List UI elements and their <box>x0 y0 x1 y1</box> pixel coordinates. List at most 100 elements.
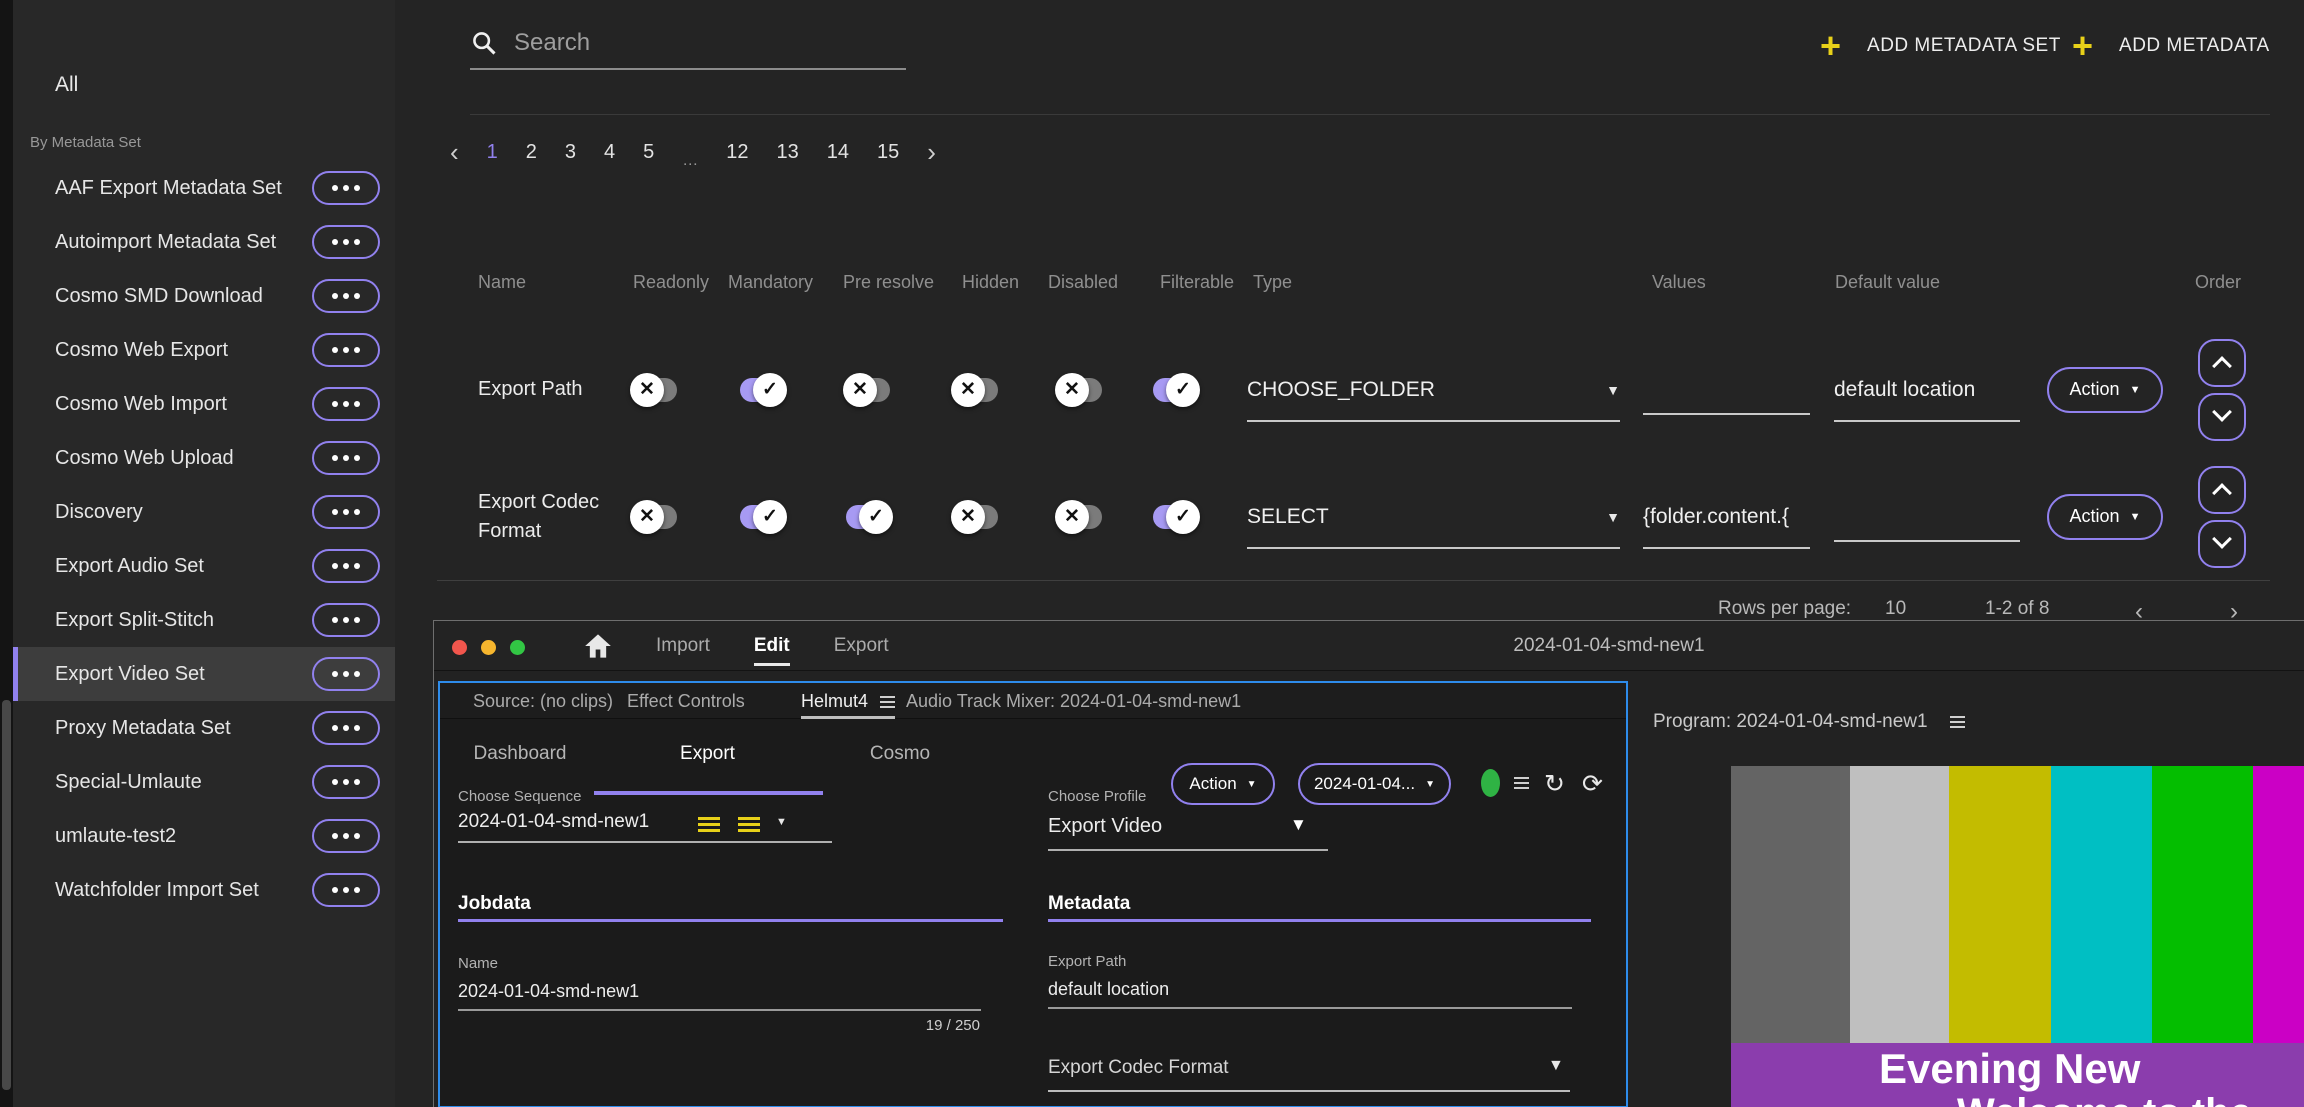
toggle-off[interactable]: ✕ <box>630 500 680 534</box>
choose-sequence-value[interactable]: 2024-01-04-smd-new1 <box>458 811 649 833</box>
sidebar-item[interactable]: umlaute-test2 <box>13 809 395 863</box>
helmut-tab-export[interactable]: Export <box>640 743 775 765</box>
move-up-button[interactable] <box>2198 466 2246 514</box>
window-zoom-button[interactable] <box>510 640 525 655</box>
page-scrollbar[interactable] <box>0 0 13 1107</box>
sidebar-item[interactable]: Export Video Set <box>13 647 395 701</box>
pagination-page[interactable]: 4 <box>604 141 615 164</box>
item-options-button[interactable] <box>312 495 380 529</box>
item-options-button[interactable] <box>312 225 380 259</box>
caret-down-icon[interactable]: ▼ <box>776 816 787 828</box>
toggle-off[interactable]: ✕ <box>630 373 680 407</box>
pagination-page[interactable]: 12 <box>726 141 748 164</box>
values-input[interactable] <box>1643 385 1810 415</box>
sidebar-item[interactable]: Cosmo Web Upload <box>13 431 395 485</box>
toggle-on[interactable]: ✓ <box>737 373 787 407</box>
tab-audio-track-mixer[interactable]: Audio Track Mixer: 2024-01-04-smd-new1 <box>906 691 1241 712</box>
search-input[interactable] <box>514 29 854 57</box>
window-minimize-button[interactable] <box>481 640 496 655</box>
move-up-button[interactable] <box>2198 339 2246 387</box>
toggle-on[interactable]: ✓ <box>1150 373 1200 407</box>
sidebar-item[interactable]: Cosmo Web Export <box>13 323 395 377</box>
item-options-button[interactable] <box>312 171 380 205</box>
default-value-input[interactable]: default location <box>1834 378 2020 422</box>
sidebar-item[interactable]: Export Audio Set <box>13 539 395 593</box>
program-menu-icon[interactable] <box>1950 721 1965 723</box>
sidebar-item[interactable]: Special-Umlaute <box>13 755 395 809</box>
row-action-button[interactable]: Action▼ <box>2047 367 2163 413</box>
item-options-button[interactable] <box>312 603 380 637</box>
item-options-button[interactable] <box>312 333 380 367</box>
pagination-page[interactable]: 3 <box>565 141 576 164</box>
window-titlebar[interactable]: ImportEditExport 2024-01-04-smd-new1 <box>434 621 2304 671</box>
caret-down-icon[interactable]: ▼ <box>1548 1057 1564 1075</box>
sync-icon[interactable]: ⟳ <box>1582 769 1603 799</box>
pagination-page[interactable]: 1 <box>487 141 498 164</box>
default-value-input[interactable] <box>1834 512 2020 542</box>
move-down-button[interactable] <box>2198 393 2246 441</box>
item-options-button[interactable] <box>312 657 380 691</box>
sequence-insert-icon[interactable] <box>698 823 720 826</box>
helmut-tab-cosmo[interactable]: Cosmo <box>835 743 965 765</box>
sidebar-item[interactable]: Cosmo Web Import <box>13 377 395 431</box>
window-close-button[interactable] <box>452 640 467 655</box>
sidebar-item[interactable]: Proxy Metadata Set <box>13 701 395 755</box>
pagination-prev-icon[interactable]: ‹ <box>450 142 459 162</box>
toggle-off[interactable]: ✕ <box>951 373 1001 407</box>
item-options-button[interactable] <box>312 711 380 745</box>
choose-profile-value[interactable]: Export Video <box>1048 815 1162 838</box>
toggle-off[interactable]: ✕ <box>1055 500 1105 534</box>
caret-down-icon[interactable]: ▼ <box>1290 815 1307 835</box>
type-select[interactable]: SELECT▼ <box>1247 505 1620 549</box>
name-input[interactable]: 2024-01-04-smd-new1 <box>458 981 639 1002</box>
pagination-page[interactable]: 2 <box>526 141 537 164</box>
workspace-tab-export[interactable]: Export <box>834 635 889 657</box>
move-down-button[interactable] <box>2198 520 2246 568</box>
sidebar-item[interactable]: Discovery <box>13 485 395 539</box>
values-input[interactable]: {folder.content.{ <box>1643 505 1810 549</box>
sidebar-item[interactable]: Export Split-Stitch <box>13 593 395 647</box>
workspace-tab-edit[interactable]: Edit <box>754 635 790 657</box>
toggle-off[interactable]: ✕ <box>951 500 1001 534</box>
pagination-page[interactable]: 14 <box>827 141 849 164</box>
export-path-input[interactable]: default location <box>1048 979 1169 1000</box>
helmut-action-button[interactable]: Action ▼ <box>1171 763 1275 805</box>
project-select-button[interactable]: 2024-01-04... ▼ <box>1298 763 1451 805</box>
pagination-page[interactable]: 15 <box>877 141 899 164</box>
sequence-list-icon[interactable] <box>738 823 760 826</box>
item-options-button[interactable] <box>312 387 380 421</box>
sidebar-item[interactable]: Watchfolder Import Set <box>13 863 395 917</box>
toggle-off[interactable]: ✕ <box>1055 373 1105 407</box>
rows-per-page-select[interactable]: 10 <box>1885 598 1906 620</box>
sidebar-item[interactable]: Autoimport Metadata Set <box>13 215 395 269</box>
workspace-tab-import[interactable]: Import <box>656 635 710 657</box>
item-options-button[interactable] <box>312 549 380 583</box>
item-options-button[interactable] <box>312 279 380 313</box>
item-options-button[interactable] <box>312 765 380 799</box>
home-icon[interactable] <box>584 633 612 659</box>
item-options-button[interactable] <box>312 441 380 475</box>
toggle-on[interactable]: ✓ <box>843 500 893 534</box>
page-scrollbar-thumb[interactable] <box>2 700 11 1090</box>
pagination-next-icon[interactable]: › <box>927 142 936 162</box>
sidebar-item[interactable]: Cosmo SMD Download <box>13 269 395 323</box>
item-options-button[interactable] <box>312 873 380 907</box>
helmut-tab-dashboard[interactable]: Dashboard <box>460 743 580 765</box>
tab-effect-controls[interactable]: Effect Controls <box>627 691 745 712</box>
add-metadata-set-button[interactable]: + ADD METADATA SET <box>1820 26 2061 66</box>
list-menu-icon[interactable] <box>1514 782 1529 784</box>
toggle-off[interactable]: ✕ <box>843 373 893 407</box>
toggle-on[interactable]: ✓ <box>1150 500 1200 534</box>
tab-helmut4[interactable]: Helmut4 <box>801 691 895 719</box>
sidebar-item[interactable]: AAF Export Metadata Set <box>13 161 395 215</box>
export-codec-select[interactable]: Export Codec Format <box>1048 1057 1229 1079</box>
toggle-on[interactable]: ✓ <box>737 500 787 534</box>
row-action-button[interactable]: Action▼ <box>2047 494 2163 540</box>
pagination-page[interactable]: 5 <box>643 141 654 164</box>
add-metadata-button[interactable]: + ADD METADATA <box>2072 26 2270 66</box>
refresh-icon[interactable]: ↻ <box>1544 769 1565 799</box>
type-select[interactable]: CHOOSE_FOLDER▼ <box>1247 378 1620 422</box>
item-options-button[interactable] <box>312 819 380 853</box>
pagination-page[interactable]: 13 <box>777 141 799 164</box>
panel-menu-icon[interactable] <box>880 701 895 703</box>
